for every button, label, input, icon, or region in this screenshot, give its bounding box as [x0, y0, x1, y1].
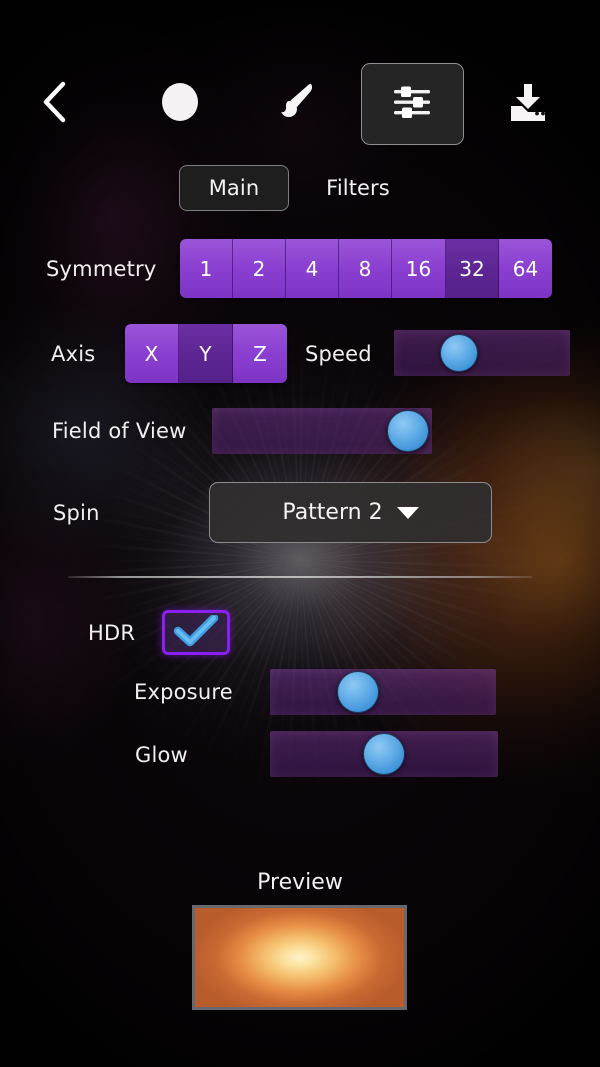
spin-pattern-value: Pattern 2	[282, 500, 383, 525]
speed-label: Speed	[305, 342, 372, 366]
symmetry-option-32[interactable]: 32	[446, 239, 499, 298]
exposure-slider-thumb[interactable]	[337, 671, 380, 713]
symmetry-option-8[interactable]: 8	[339, 239, 392, 298]
symmetry-option-4[interactable]: 4	[286, 239, 339, 298]
exposure-slider[interactable]	[270, 669, 496, 715]
symmetry-segmented-control[interactable]: 1 2 4 8 16 32 64	[180, 239, 552, 298]
symmetry-option-64[interactable]: 64	[499, 239, 552, 298]
tab-bar: Main Filters	[0, 165, 600, 213]
settings-tune-button[interactable]	[360, 62, 464, 146]
axis-label: Axis	[51, 342, 96, 366]
speed-slider[interactable]	[394, 330, 570, 376]
preview-image[interactable]	[192, 905, 407, 1010]
symmetry-option-2[interactable]: 2	[233, 239, 286, 298]
app-root: Main Filters Symmetry 1 2 4 8 16 32 64 A…	[0, 0, 600, 1067]
tab-filters-label: Filters	[326, 176, 390, 200]
glow-slider[interactable]	[270, 731, 498, 777]
spin-label: Spin	[53, 501, 100, 525]
symmetry-option-1[interactable]: 1	[180, 239, 233, 298]
circle-icon	[158, 80, 202, 128]
symmetry-label: Symmetry	[46, 257, 157, 281]
chevron-left-icon	[39, 80, 69, 128]
chevron-down-icon	[396, 506, 419, 519]
spin-pattern-dropdown[interactable]: Pattern 2	[209, 482, 492, 543]
axis-option-x[interactable]: X	[125, 324, 179, 383]
tab-main-label: Main	[208, 176, 260, 200]
paintbrush-icon	[273, 79, 319, 129]
speed-slider-thumb[interactable]	[440, 334, 479, 372]
brush-button[interactable]	[264, 62, 328, 146]
axis-option-y[interactable]: Y	[179, 324, 233, 383]
preview-label: Preview	[257, 870, 343, 895]
hdr-checkbox[interactable]	[162, 610, 230, 655]
checkmark-icon	[173, 613, 219, 651]
tab-main[interactable]: Main	[179, 165, 289, 211]
axis-segmented-control[interactable]: X Y Z	[125, 324, 287, 383]
sliders-settings-icon	[391, 82, 433, 126]
field-of-view-slider-thumb[interactable]	[386, 410, 429, 452]
section-divider	[68, 576, 532, 578]
settings-tune-active-frame	[360, 63, 464, 145]
field-of-view-label: Field of View	[52, 419, 187, 443]
field-of-view-slider[interactable]	[212, 408, 432, 454]
shape-circle-button[interactable]	[148, 62, 212, 146]
hdr-label: HDR	[88, 621, 136, 645]
glow-slider-thumb[interactable]	[363, 733, 405, 775]
save-download-button[interactable]	[496, 62, 560, 146]
back-button[interactable]	[22, 62, 86, 146]
tab-filters[interactable]: Filters	[306, 165, 410, 211]
exposure-label: Exposure	[134, 680, 233, 704]
ui-overlay: Main Filters Symmetry 1 2 4 8 16 32 64 A…	[0, 0, 600, 1067]
axis-option-z[interactable]: Z	[233, 324, 287, 383]
download-save-icon	[505, 79, 551, 129]
glow-label: Glow	[135, 743, 188, 767]
top-toolbar	[0, 62, 600, 146]
symmetry-option-16[interactable]: 16	[392, 239, 446, 298]
